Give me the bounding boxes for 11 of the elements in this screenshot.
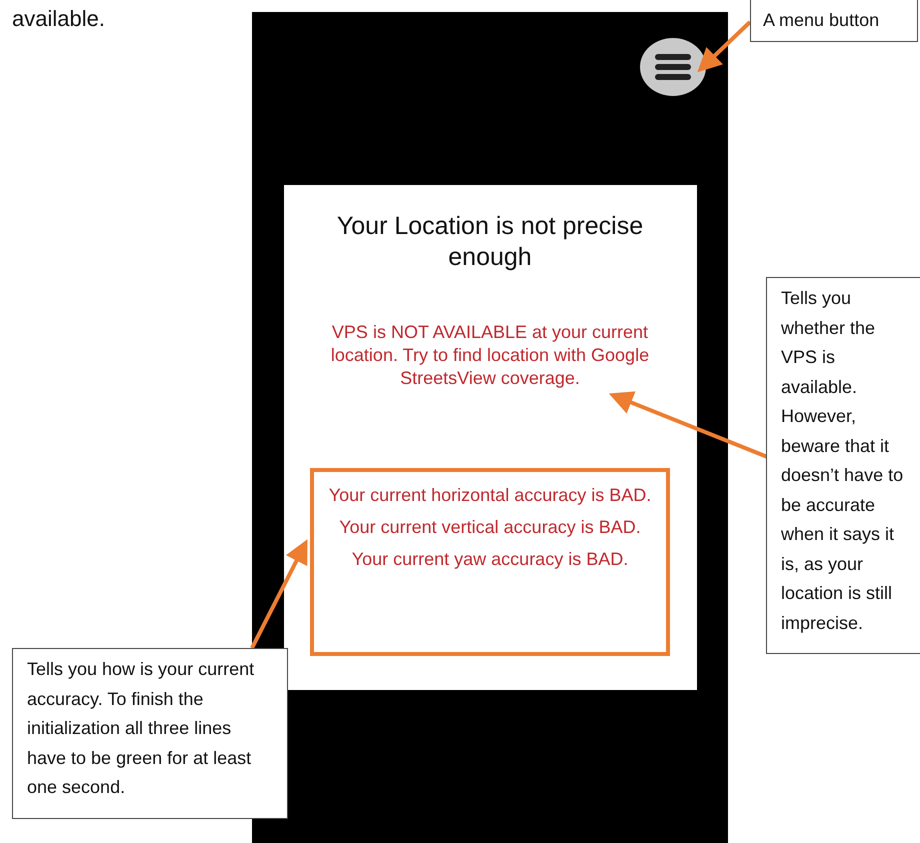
menu-icon xyxy=(653,52,693,82)
callout-box: Tells you whether the VPS is available. However, beware that it doesn’t have to be accurate when it says it is, as your location is still imprecise. xyxy=(766,277,920,654)
callout-box: A menu button xyxy=(750,0,918,42)
paragraph-text: available. xyxy=(12,6,105,32)
accuracy-line: Your current horizontal accuracy is BAD. xyxy=(328,484,652,506)
dialog-title: Your Location is not precise enough xyxy=(336,211,644,273)
arrow xyxy=(697,20,752,72)
accuracy-line: Your current vertical accuracy is BAD. xyxy=(338,516,642,538)
vps-message: VPS is NOT AVAILABLE at your current location. Try to find location with Google StreetsView coverage. xyxy=(330,321,650,390)
accuracy-line: Your current yaw accuracy is BAD. xyxy=(350,548,630,570)
callout-box: Tells you how is your current accuracy. To finish the initialization all three lines have to be green for at least one second. xyxy=(12,648,288,819)
